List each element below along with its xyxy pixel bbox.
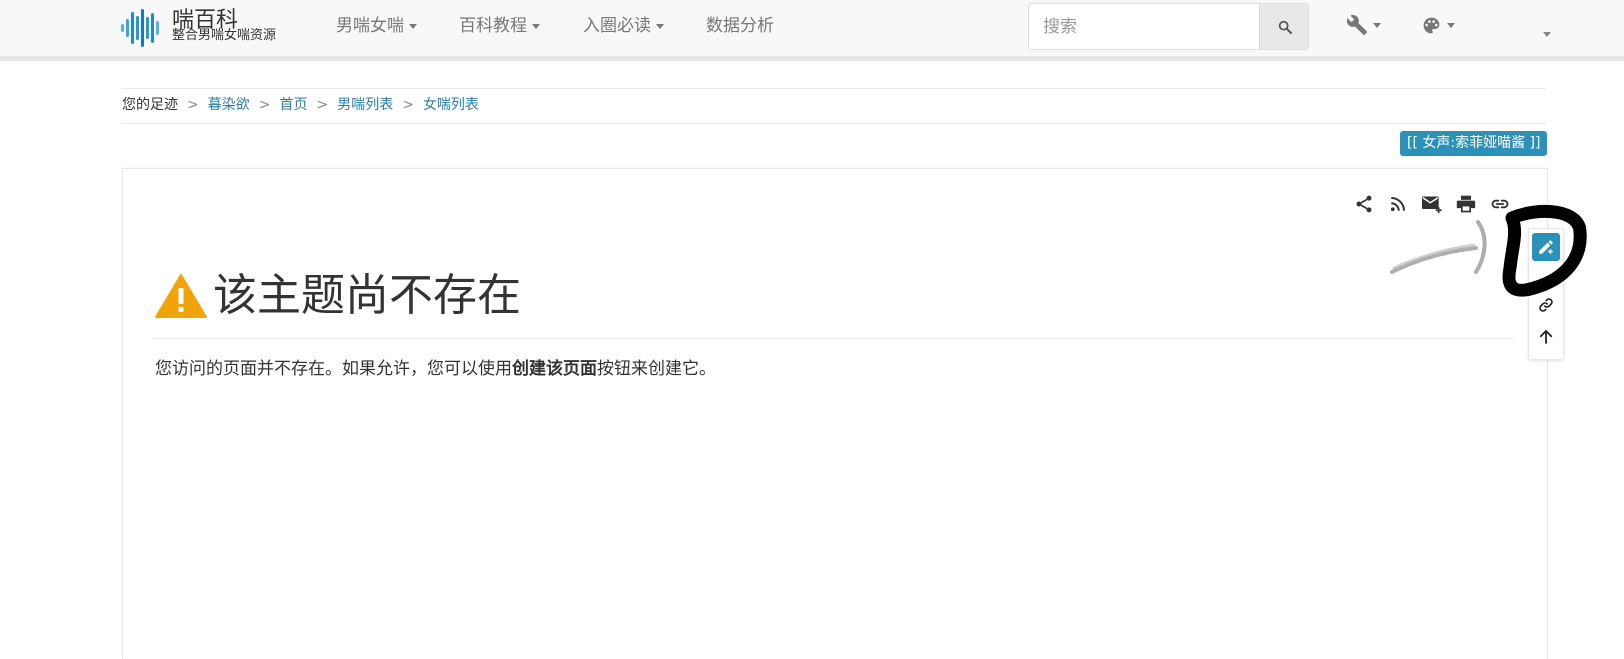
search-icon <box>1278 20 1292 34</box>
mail-icon <box>1422 196 1442 214</box>
nav-menu-label: 男喘女喘 <box>336 16 404 36</box>
search-button[interactable] <box>1259 4 1308 49</box>
print-icon <box>1456 195 1476 213</box>
caret-down-icon <box>656 23 664 29</box>
heading-divider <box>152 338 1514 339</box>
side-link-button[interactable] <box>1532 291 1560 319</box>
rss-button[interactable] <box>1386 192 1410 216</box>
nav-menu-data-analysis[interactable]: 数据分析 <box>706 14 774 38</box>
arrow-up-icon <box>1539 330 1553 344</box>
breadcrumb-item-female-list[interactable]: 女喘列表 <box>423 95 479 115</box>
page-tools <box>1352 192 1512 216</box>
breadcrumb-separator: > <box>316 97 329 113</box>
breadcrumb: 您的足迹 > 暮染欲 > 首页 > 男喘列表 > 女喘列表 <box>122 95 479 115</box>
chevron-down-icon <box>1543 32 1551 37</box>
warning-icon <box>155 274 207 318</box>
caret-down-icon <box>409 23 417 29</box>
share-button[interactable] <box>1352 192 1376 216</box>
breadcrumb-separator: > <box>258 97 271 113</box>
rss-icon <box>1390 197 1405 212</box>
user-menu-button[interactable] <box>1538 22 1551 41</box>
search-box <box>1028 3 1309 50</box>
nav-menu-male-female[interactable]: 男喘女喘 <box>336 14 417 38</box>
breadcrumb-lead: 您的足迹 <box>122 97 178 113</box>
soundwave-logo-icon <box>121 9 159 47</box>
brand-subtitle: 整合男喘女喘资源 <box>172 28 277 43</box>
caret-down-icon <box>1373 22 1381 28</box>
share-icon <box>1356 195 1372 213</box>
breadcrumb-item-home[interactable]: 首页 <box>279 95 307 115</box>
search-input[interactable] <box>1029 4 1259 49</box>
floating-side-toolbar <box>1528 228 1564 360</box>
print-button[interactable] <box>1454 192 1478 216</box>
wrench-icon <box>1346 15 1368 36</box>
nav-menu-tutorials[interactable]: 百科教程 <box>459 14 540 38</box>
email-subscribe-button[interactable] <box>1420 192 1444 216</box>
brand[interactable]: 喘百科 整合男喘女喘资源 <box>120 6 312 50</box>
breadcrumb-top-divider <box>122 88 1546 89</box>
link-icon <box>1539 298 1553 312</box>
voice-tag-badge[interactable]: [[ 女声:索菲娅喵酱 ]] <box>1400 131 1548 156</box>
brand-text: 喘百科 整合男喘女喘资源 <box>172 6 312 50</box>
back-to-top-button[interactable] <box>1532 323 1560 351</box>
content-panel <box>122 168 1548 659</box>
palette-icon <box>1423 17 1440 33</box>
caret-down-icon <box>1447 22 1455 28</box>
nav-menu-label: 百科教程 <box>459 16 527 36</box>
message-bold-text: 创建该页面 <box>512 359 597 379</box>
edit-icon <box>1539 240 1553 254</box>
permalink-button[interactable] <box>1488 192 1512 216</box>
top-navbar: 喘百科 整合男喘女喘资源 男喘女喘 百科教程 入圈必读 数据分析 <box>0 0 1624 61</box>
link-icon <box>1491 199 1509 209</box>
caret-down-icon <box>532 23 540 29</box>
breadcrumb-separator: > <box>187 97 199 113</box>
breadcrumb-item-male-list[interactable]: 男喘列表 <box>337 95 393 115</box>
message-text: 您访问的页面并不存在。如果允许，您可以使用 <box>155 359 512 379</box>
message-text-end: 按钮来创建它。 <box>597 359 716 379</box>
breadcrumb-separator: > <box>402 97 414 113</box>
nav-menu-must-read[interactable]: 入圈必读 <box>583 14 664 38</box>
breadcrumb-bottom-divider <box>122 123 1546 124</box>
breadcrumb-item-muranyu[interactable]: 暮染欲 <box>208 95 250 115</box>
create-page-button[interactable] <box>1532 233 1560 261</box>
nav-menu-label: 数据分析 <box>706 16 774 36</box>
theme-menu-button[interactable] <box>1421 12 1455 38</box>
page-message: 您访问的页面并不存在。如果允许，您可以使用创建该页面按钮来创建它。 <box>155 356 716 382</box>
page-heading: 该主题尚不存在 <box>155 268 521 324</box>
page-title: 该主题尚不存在 <box>213 270 521 321</box>
nav-menu-label: 入圈必读 <box>583 16 651 36</box>
tools-menu-button[interactable] <box>1346 12 1381 38</box>
